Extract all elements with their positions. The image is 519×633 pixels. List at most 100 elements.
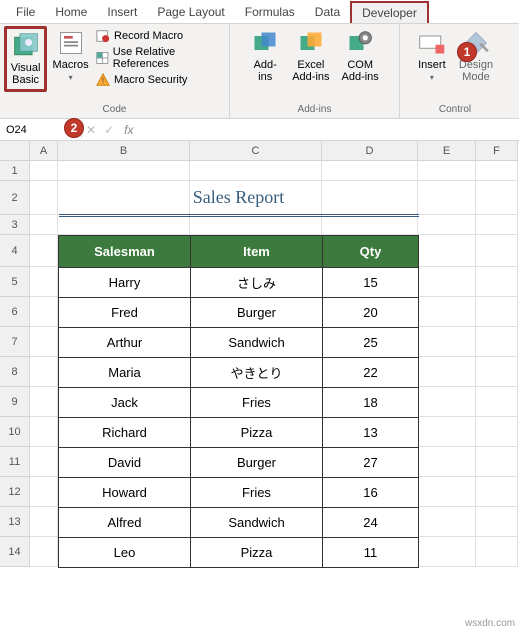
macro-security-button[interactable]: ! Macro Security	[94, 72, 225, 88]
group-label-code: Code	[4, 103, 225, 116]
cell-E10[interactable]	[418, 417, 476, 447]
row-header-9[interactable]: 9	[0, 387, 30, 417]
tab-formulas[interactable]: Formulas	[235, 2, 305, 22]
col-header-C[interactable]: C	[190, 141, 322, 161]
cell-A13[interactable]	[30, 507, 58, 537]
col-header-D[interactable]: D	[322, 141, 418, 161]
addins-button[interactable]: Add- ins	[245, 26, 285, 86]
row-header-7[interactable]: 7	[0, 327, 30, 357]
cell-A8[interactable]	[30, 357, 58, 387]
cell-F5[interactable]	[476, 267, 518, 297]
row-header-11[interactable]: 11	[0, 447, 30, 477]
cell-E8[interactable]	[418, 357, 476, 387]
cell-E2[interactable]	[418, 181, 476, 215]
cell-E14[interactable]	[418, 537, 476, 567]
cell-A14[interactable]	[30, 537, 58, 567]
table-cell: Harry	[59, 268, 191, 298]
cell-A7[interactable]	[30, 327, 58, 357]
cell-E3[interactable]	[418, 215, 476, 235]
row-header-3[interactable]: 3	[0, 215, 30, 235]
table-cell: 13	[323, 418, 419, 448]
cell-F14[interactable]	[476, 537, 518, 567]
tab-developer[interactable]: Developer	[350, 1, 429, 23]
cell-F10[interactable]	[476, 417, 518, 447]
cell-E13[interactable]	[418, 507, 476, 537]
com-addins-button[interactable]: COM Add-ins	[337, 26, 384, 86]
cell-E7[interactable]	[418, 327, 476, 357]
cell-F2[interactable]	[476, 181, 518, 215]
table-cell: Jack	[59, 388, 191, 418]
table-cell: さしみ	[191, 268, 323, 298]
cell-A3[interactable]	[30, 215, 58, 235]
cell-A11[interactable]	[30, 447, 58, 477]
row-header-6[interactable]: 6	[0, 297, 30, 327]
cell-F4[interactable]	[476, 235, 518, 267]
fx-icon[interactable]: fx	[118, 123, 139, 137]
com-addins-icon	[346, 29, 374, 57]
cell-E5[interactable]	[418, 267, 476, 297]
col-header-A[interactable]: A	[30, 141, 58, 161]
row-header-12[interactable]: 12	[0, 477, 30, 507]
table-cell: Fries	[191, 388, 323, 418]
cell-A2[interactable]	[30, 181, 58, 215]
col-header-E[interactable]: E	[418, 141, 476, 161]
table-header-qty: Qty	[323, 236, 419, 268]
cell-F3[interactable]	[476, 215, 518, 235]
cell-A4[interactable]	[30, 235, 58, 267]
insert-control-icon	[418, 29, 446, 57]
row-header-14[interactable]: 14	[0, 537, 30, 567]
select-all-corner[interactable]	[0, 141, 30, 161]
row-header-13[interactable]: 13	[0, 507, 30, 537]
row-header-8[interactable]: 8	[0, 357, 30, 387]
cell-E9[interactable]	[418, 387, 476, 417]
table-cell: Sandwich	[191, 328, 323, 358]
excel-addins-button[interactable]: Excel Add-ins	[287, 26, 334, 86]
cell-E4[interactable]	[418, 235, 476, 267]
cell-A6[interactable]	[30, 297, 58, 327]
worksheet[interactable]: 1234567891011121314 ABCDEF Sales ReportS…	[0, 141, 519, 567]
cell-F6[interactable]	[476, 297, 518, 327]
relative-references-button[interactable]: Use Relative References	[94, 45, 225, 71]
record-macro-button[interactable]: Record Macro	[94, 28, 225, 44]
cell-F7[interactable]	[476, 327, 518, 357]
cell-A5[interactable]	[30, 267, 58, 297]
table-cell: Burger	[191, 298, 323, 328]
tab-file[interactable]: File	[6, 2, 45, 22]
cell-F12[interactable]	[476, 477, 518, 507]
report-table-overlay: Sales ReportSalesmanItemQtyHarryさしみ15Fre…	[58, 161, 419, 568]
macros-button[interactable]: Macros ▾	[49, 26, 92, 85]
cell-E6[interactable]	[418, 297, 476, 327]
table-cell: 27	[323, 448, 419, 478]
insert-control-button[interactable]: Insert ▾	[412, 26, 452, 85]
cell-E11[interactable]	[418, 447, 476, 477]
tab-page-layout[interactable]: Page Layout	[147, 2, 234, 22]
tab-insert[interactable]: Insert	[97, 2, 147, 22]
cell-E1[interactable]	[418, 161, 476, 181]
visual-basic-button[interactable]: Visual Basic	[4, 26, 47, 92]
row-header-10[interactable]: 10	[0, 417, 30, 447]
cell-A10[interactable]	[30, 417, 58, 447]
row-header-2[interactable]: 2	[0, 181, 30, 215]
table-cell: 16	[323, 478, 419, 508]
formula-input[interactable]	[139, 128, 519, 132]
cell-F1[interactable]	[476, 161, 518, 181]
col-header-F[interactable]: F	[476, 141, 518, 161]
cell-A1[interactable]	[30, 161, 58, 181]
table-cell: Leo	[59, 538, 191, 568]
cell-A9[interactable]	[30, 387, 58, 417]
row-header-5[interactable]: 5	[0, 267, 30, 297]
cell-E12[interactable]	[418, 477, 476, 507]
cell-F9[interactable]	[476, 387, 518, 417]
col-header-B[interactable]: B	[58, 141, 190, 161]
table-header-salesman: Salesman	[59, 236, 191, 268]
dropdown-icon: ▾	[69, 73, 73, 82]
cell-A12[interactable]	[30, 477, 58, 507]
tab-data[interactable]: Data	[305, 2, 350, 22]
cell-F11[interactable]	[476, 447, 518, 477]
cell-F13[interactable]	[476, 507, 518, 537]
cell-F8[interactable]	[476, 357, 518, 387]
table-cell: Sandwich	[191, 508, 323, 538]
row-header-4[interactable]: 4	[0, 235, 30, 267]
tab-home[interactable]: Home	[45, 2, 97, 22]
row-header-1[interactable]: 1	[0, 161, 30, 181]
